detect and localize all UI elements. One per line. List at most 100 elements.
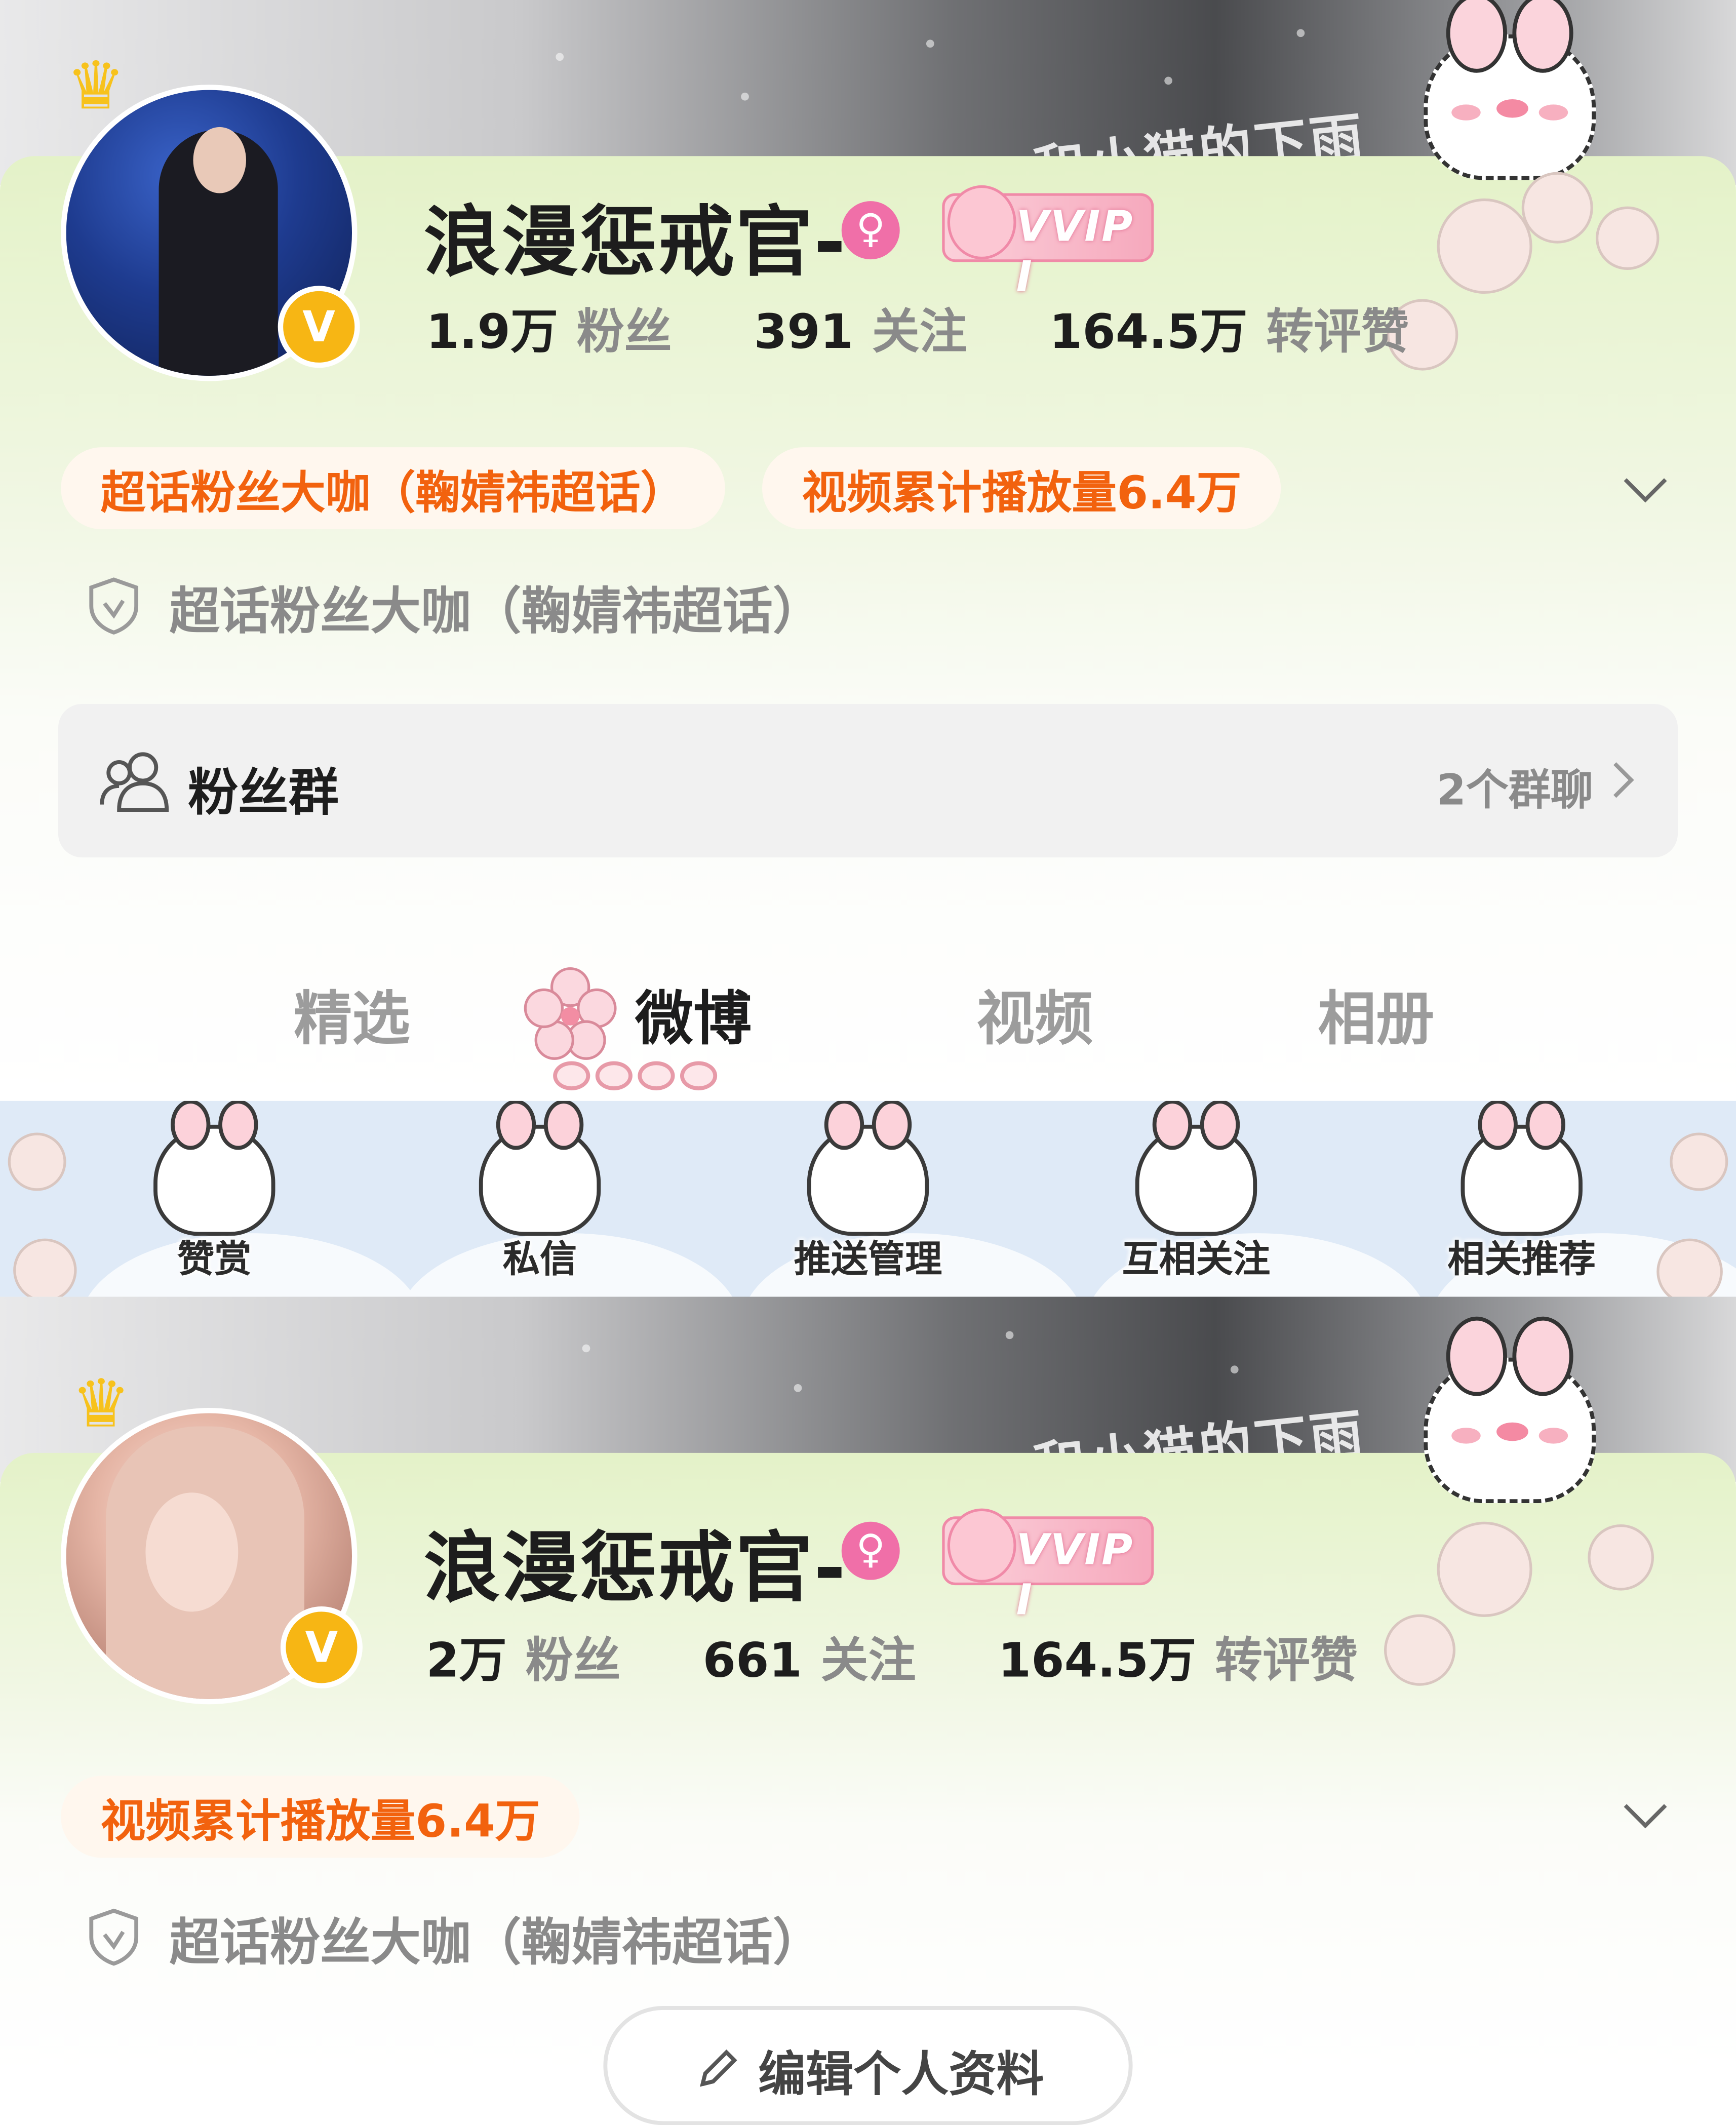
bunny-cheek — [1538, 104, 1568, 121]
bunny-icon — [153, 1100, 275, 1236]
shield-check-icon — [89, 1908, 139, 1966]
pig-icon — [947, 1508, 1016, 1583]
female-icon: ♀ — [841, 201, 900, 260]
bunny-ear — [1446, 1316, 1507, 1396]
verified-v-icon: V — [278, 286, 360, 368]
action-mutual-follow[interactable]: 互相关注 — [1064, 1100, 1329, 1297]
stat-value: 164.5万 — [998, 1634, 1197, 1688]
chevron-down-icon[interactable] — [1622, 1789, 1670, 1837]
profile-panel-top: 和小猫的下雨 ♛ V 浪漫惩戒官- ♀ VVIP I 1.9万 粉丝 391 关… — [0, 0, 1736, 1101]
action-tip[interactable]: 赞赏 — [82, 1100, 347, 1297]
heart-icon — [553, 1061, 590, 1090]
bunny-decoration — [1424, 1316, 1596, 1504]
stat-following[interactable]: 391 关注 — [754, 294, 967, 363]
blossom-decoration — [13, 1238, 77, 1297]
vip-badge[interactable]: VVIP I — [942, 1508, 1154, 1625]
action-label: 赞赏 — [177, 1237, 252, 1281]
action-message[interactable]: 私信 — [408, 1100, 673, 1297]
action-label: 互相关注 — [1122, 1237, 1271, 1281]
username: 浪漫惩戒官- — [423, 1523, 847, 1614]
certification-row: 超话粉丝大咖（鞠婧祎超话） — [87, 566, 823, 646]
raindrop — [926, 40, 934, 48]
tag-supertopic[interactable]: 超话粉丝大咖（鞠婧祎超话） — [61, 447, 725, 530]
crown-icon: ♛ — [71, 1365, 131, 1442]
fan-group-title: 粉丝群 — [188, 763, 339, 822]
tag-row: 视频累计播放量6.4万 — [61, 1776, 617, 1858]
bunny-icon — [807, 1100, 929, 1236]
action-label: 推送管理 — [794, 1237, 942, 1281]
username: 浪漫惩戒官- — [423, 197, 847, 287]
bunny-cheek — [1538, 1428, 1568, 1444]
bunny-cheek — [1451, 1428, 1481, 1444]
action-bar: 赞赏 私信 推送管理 互相关注 相关推荐 — [0, 1100, 1736, 1297]
stat-label: 关注 — [820, 1634, 916, 1688]
tab-video[interactable]: 视频 — [976, 971, 1093, 1056]
stat-interactions[interactable]: 164.5万 转评赞 — [998, 1622, 1358, 1691]
stat-value: 1.9万 — [426, 305, 559, 360]
tab-featured[interactable]: 精选 — [294, 971, 410, 1056]
vip-badge[interactable]: VVIP I — [942, 185, 1154, 302]
raindrop — [1230, 1365, 1239, 1374]
stats-row: 2万 粉丝 661 关注 164.5万 转评赞 — [426, 1622, 1440, 1688]
raindrop — [1005, 1331, 1014, 1340]
raindrop — [556, 53, 564, 61]
blossom-decoration — [1588, 1524, 1654, 1591]
shield-check-icon — [89, 577, 139, 635]
tag-video-plays[interactable]: 视频累计播放量6.4万 — [61, 1776, 580, 1858]
blossom-decoration — [1656, 1238, 1723, 1297]
raindrop — [1296, 29, 1305, 37]
heart-icon — [595, 1061, 633, 1090]
bunny-cheek — [1451, 104, 1481, 121]
stat-interactions[interactable]: 164.5万 转评赞 — [1049, 294, 1409, 363]
bunny-ear — [1512, 0, 1573, 73]
stat-value: 164.5万 — [1049, 305, 1248, 360]
action-push-settings[interactable]: 推送管理 — [736, 1100, 1001, 1297]
stat-value: 2万 — [426, 1634, 507, 1688]
certification-row: 超话粉丝大咖（鞠婧祎超话） — [87, 1898, 823, 1977]
tab-album[interactable]: 相册 — [1318, 971, 1434, 1056]
bunny-decoration — [1424, 0, 1596, 180]
verified-v-icon: V — [280, 1606, 363, 1688]
bunny-nose — [1496, 1422, 1528, 1441]
heart-icon — [638, 1061, 675, 1090]
profile-tabs: 精选 微博 视频 相册 — [0, 926, 1736, 1098]
bunny-icon — [479, 1100, 601, 1236]
bunny-icon — [1135, 1100, 1257, 1236]
blossom-decoration — [1437, 1521, 1532, 1617]
edit-profile-button[interactable]: 编辑个人资料 — [603, 2006, 1133, 2125]
stat-value: 391 — [754, 305, 854, 360]
raindrop — [582, 1344, 590, 1353]
certification-text: 超话粉丝大咖（鞠婧祎超话） — [169, 581, 823, 640]
blossom-decoration — [1437, 198, 1532, 294]
stat-fans[interactable]: 2万 粉丝 — [426, 1622, 620, 1691]
tag-row: 超话粉丝大咖（鞠婧祎超话） 视频累计播放量6.4万 — [61, 447, 1318, 530]
fan-group-row[interactable]: 粉丝群 2个群聊 — [58, 704, 1678, 858]
screenshot-stage: 和小猫的下雨 ♛ V 浪漫惩戒官- ♀ VVIP I 1.9万 粉丝 391 关… — [0, 0, 1736, 2125]
users-icon — [100, 752, 169, 812]
vip-badge-label: VVIP I — [1016, 1524, 1134, 1625]
tag-video-plays[interactable]: 视频累计播放量6.4万 — [762, 447, 1281, 530]
chevron-down-icon[interactable] — [1622, 463, 1670, 510]
stat-following[interactable]: 661 关注 — [703, 1622, 916, 1691]
certification-text: 超话粉丝大咖（鞠婧祎超话） — [169, 1912, 823, 1971]
stat-value: 661 — [702, 1634, 802, 1688]
blossom-tab-icon — [524, 967, 617, 1060]
heart-icon — [680, 1061, 718, 1090]
action-label: 私信 — [502, 1237, 577, 1281]
stat-label: 关注 — [872, 305, 967, 360]
stat-label: 转评赞 — [1266, 305, 1409, 360]
bunny-ear — [1446, 0, 1507, 73]
stats-row: 1.9万 粉丝 391 关注 164.5万 转评赞 — [426, 294, 1491, 360]
bunny-ear — [1512, 1316, 1573, 1396]
tab-weibo[interactable]: 微博 — [635, 971, 752, 1056]
stat-label: 粉丝 — [525, 1634, 621, 1688]
action-recommend[interactable]: 相关推荐 — [1389, 1100, 1654, 1297]
raindrop — [741, 92, 749, 101]
blossom-decoration — [1670, 1132, 1728, 1191]
action-label: 相关推荐 — [1447, 1237, 1596, 1281]
female-icon: ♀ — [841, 1521, 900, 1580]
blossom-decoration — [1596, 206, 1660, 270]
crown-icon: ♛ — [66, 48, 126, 125]
stat-fans[interactable]: 1.9万 粉丝 — [426, 294, 672, 363]
raindrop — [794, 1384, 802, 1392]
